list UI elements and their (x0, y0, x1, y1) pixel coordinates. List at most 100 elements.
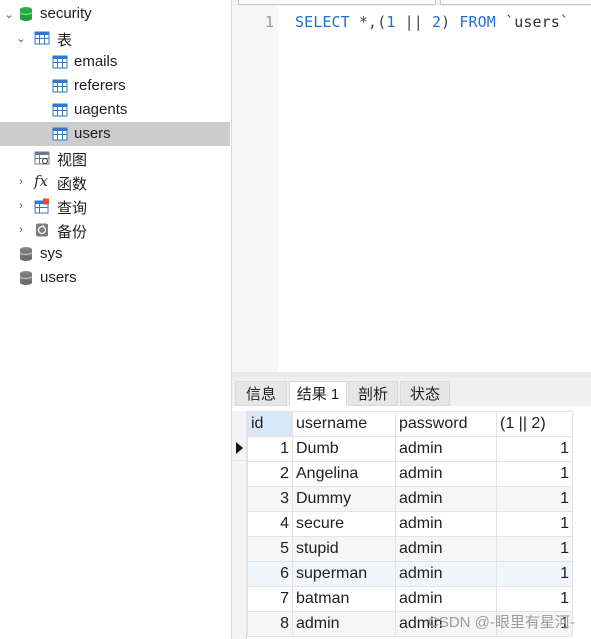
toolbar-field[interactable] (440, 0, 591, 5)
cell-password[interactable]: admin (395, 436, 497, 462)
cell-id[interactable]: 6 (247, 561, 293, 587)
cell-id[interactable]: 1 (247, 436, 293, 462)
cell-id[interactable]: 2 (247, 461, 293, 487)
tree-item-label: users (40, 269, 77, 286)
header-row: id username password (1 || 2) (247, 411, 573, 437)
cell-expr[interactable]: 1 (496, 436, 573, 462)
backup-icon (36, 223, 48, 237)
cell-username[interactable]: Dummy (292, 486, 396, 512)
sql-editor[interactable]: 1 SELECT *,(1 || 2) FROM `users` (232, 0, 591, 372)
expand-arrow-icon[interactable]: › (16, 218, 26, 242)
tree-item-label: referers (74, 77, 126, 94)
tree-item-users-db[interactable]: users (0, 266, 230, 290)
collapse-arrow-icon[interactable]: ⌄ (16, 26, 26, 50)
column-header-id[interactable]: id (247, 411, 293, 437)
sql-code-line[interactable]: SELECT *,(1 || 2) FROM `users` (295, 13, 569, 31)
view-icon (34, 151, 50, 165)
tab-result-1[interactable]: 结果 1 (289, 381, 347, 406)
table-icon (52, 103, 68, 117)
function-icon: fx (34, 172, 49, 190)
sql-number: 2 (432, 13, 442, 31)
table-row[interactable]: 3 Dummy admin 1 (247, 486, 573, 512)
tree-item-label: 视图 (57, 152, 88, 169)
cell-expr[interactable]: 1 (496, 511, 573, 537)
table-row[interactable]: 4 secure admin 1 (247, 511, 573, 537)
query-icon (34, 198, 49, 214)
sql-text: ) (441, 13, 460, 31)
tree-item-label: sys (40, 245, 63, 262)
tree-item-queries[interactable]: › 查询 (0, 194, 230, 218)
tab-info[interactable]: 信息 (235, 381, 287, 406)
table-icon (52, 79, 68, 93)
tree-item-label: 查询 (57, 200, 88, 217)
cell-password[interactable]: admin (395, 486, 497, 512)
current-row-arrow-icon (236, 442, 243, 454)
collapse-arrow-icon[interactable]: ⌄ (4, 2, 14, 26)
column-header-username[interactable]: username (292, 411, 396, 437)
table-row[interactable]: 5 stupid admin 1 (247, 536, 573, 562)
editor-toolbar-edge (232, 0, 591, 6)
cell-username[interactable]: superman (292, 561, 396, 587)
cell-id[interactable]: 3 (247, 486, 293, 512)
expand-arrow-icon[interactable]: › (16, 194, 26, 218)
database-icon (19, 271, 33, 285)
cell-id[interactable]: 8 (247, 611, 293, 637)
table-icon (52, 55, 68, 69)
cell-username[interactable]: secure (292, 511, 396, 537)
sql-identifier: `users` (495, 13, 569, 31)
tree-item-functions[interactable]: › fx 函数 (0, 170, 230, 194)
tree-item-backups[interactable]: › 备份 (0, 218, 230, 242)
object-navigator: ⌄ security ⌄ 表 emails referers uagents u… (0, 0, 232, 639)
cell-password[interactable]: admin (395, 461, 497, 487)
cell-expr[interactable]: 1 (496, 536, 573, 562)
column-header-expr[interactable]: (1 || 2) (496, 411, 573, 437)
tree-item-users-table[interactable]: users (0, 122, 230, 146)
cell-id[interactable]: 5 (247, 536, 293, 562)
line-number-gutter: 1 (232, 6, 278, 372)
tree-item-views[interactable]: 视图 (0, 146, 230, 170)
tree-item-uagents[interactable]: uagents (0, 98, 230, 122)
tree-item-security[interactable]: ⌄ security (0, 2, 230, 26)
cell-password[interactable]: admin (395, 511, 497, 537)
tree-item-referers[interactable]: referers (0, 74, 230, 98)
table-row[interactable]: 2 Angelina admin 1 (247, 461, 573, 487)
watermark: CSDN @-眼里有星河- (428, 614, 575, 631)
table-row[interactable]: 7 batman admin 1 (247, 586, 573, 612)
cell-id[interactable]: 7 (247, 586, 293, 612)
cell-password[interactable]: admin (395, 536, 497, 562)
table-icon (52, 127, 68, 141)
tree-item-label: security (40, 5, 92, 22)
tree-item-tables[interactable]: ⌄ 表 (0, 26, 230, 50)
cell-expr[interactable]: 1 (496, 586, 573, 612)
column-header-password[interactable]: password (395, 411, 497, 437)
tab-status[interactable]: 状态 (400, 381, 450, 406)
cell-password[interactable]: admin (395, 561, 497, 587)
tree-item-label: 备份 (57, 224, 88, 241)
toolbar-field[interactable] (238, 0, 436, 5)
table-row[interactable]: 1 Dumb admin 1 (247, 436, 573, 462)
tree-item-label: 表 (57, 32, 73, 49)
tree-item-label: 函数 (57, 176, 88, 193)
tree-item-label: uagents (74, 101, 128, 118)
tree-item-emails[interactable]: emails (0, 50, 230, 74)
cell-expr[interactable]: 1 (496, 461, 573, 487)
tree-item-label: emails (74, 53, 118, 70)
tab-profile[interactable]: 剖析 (348, 381, 398, 406)
table-row[interactable]: 6 superman admin 1 (247, 561, 573, 587)
sql-operator: || (395, 13, 432, 31)
result-tabs: 信息 结果 1 剖析 状态 (232, 377, 591, 406)
cell-expr[interactable]: 1 (496, 561, 573, 587)
current-row-marker (232, 436, 246, 461)
sql-keyword: FROM (459, 13, 496, 31)
cell-username[interactable]: batman (292, 586, 396, 612)
cell-id[interactable]: 4 (247, 511, 293, 537)
cell-username[interactable]: Dumb (292, 436, 396, 462)
cell-username[interactable]: Angelina (292, 461, 396, 487)
expand-arrow-icon[interactable]: › (16, 170, 26, 194)
cell-expr[interactable]: 1 (496, 486, 573, 512)
database-icon (19, 247, 33, 261)
tree-item-sys[interactable]: sys (0, 242, 230, 266)
cell-password[interactable]: admin (395, 586, 497, 612)
cell-username[interactable]: admin (292, 611, 396, 637)
cell-username[interactable]: stupid (292, 536, 396, 562)
